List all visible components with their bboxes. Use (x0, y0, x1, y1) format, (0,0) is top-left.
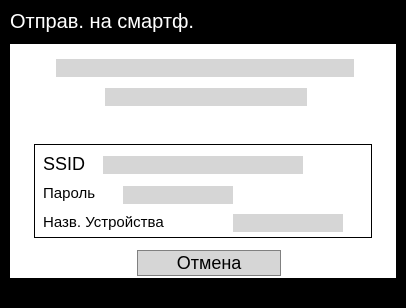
bottom-bar (0, 278, 406, 308)
message-placeholder-line-2 (105, 88, 307, 106)
cancel-button[interactable]: Отмена (137, 250, 281, 276)
connection-info-box: SSID Пароль Назв. Устройства (34, 144, 372, 238)
device-name-label: Назв. Устройства (43, 214, 164, 231)
message-placeholder-line-1 (56, 59, 354, 77)
ssid-label: SSID (43, 154, 86, 174)
content-panel: SSID Пароль Назв. Устройства Отмена (10, 44, 396, 278)
device-name-value (233, 214, 343, 232)
password-label: Пароль (43, 185, 96, 202)
screen-title: Отправ. на смартф. (0, 0, 406, 44)
password-value (123, 186, 233, 204)
camera-screen: Отправ. на смартф. SSID Пароль Назв. Уст… (0, 0, 406, 308)
ssid-value (103, 156, 303, 174)
